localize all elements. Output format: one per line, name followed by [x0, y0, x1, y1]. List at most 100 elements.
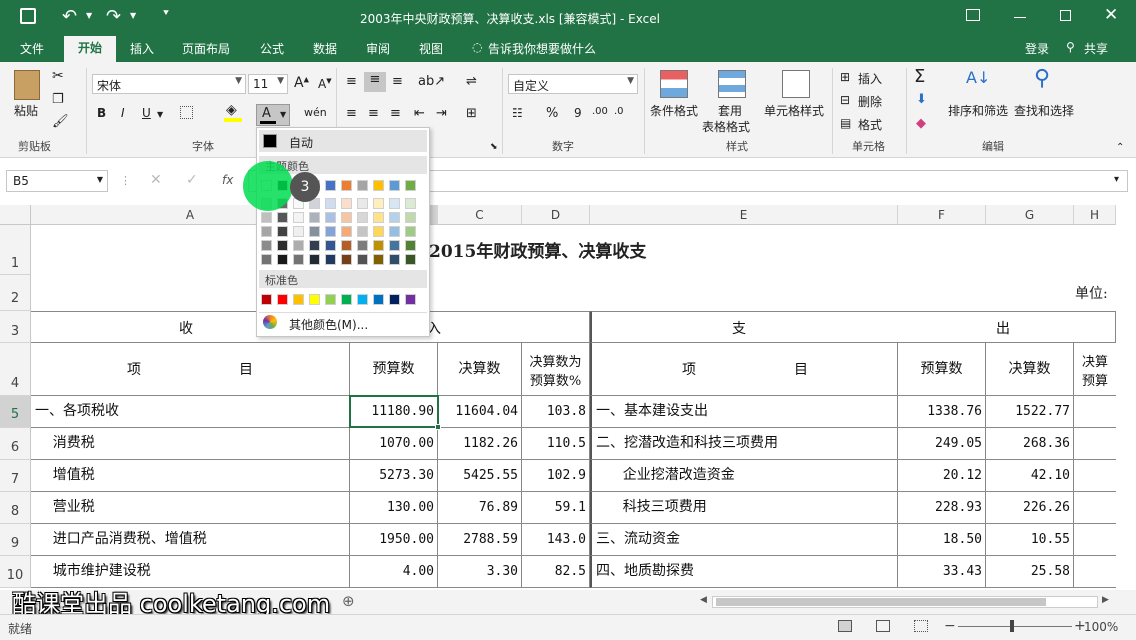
expense-pct-cell[interactable] — [1074, 492, 1116, 524]
income-final-cell[interactable]: 11604.04 — [438, 396, 522, 428]
cancel-icon[interactable]: ✕ — [150, 172, 162, 188]
expense-final-cell[interactable]: 268.36 — [986, 428, 1074, 460]
expense-pct-cell[interactable] — [1074, 460, 1116, 492]
hscroll-right-icon[interactable]: ▶ — [1102, 595, 1109, 605]
increase-decimal-icon[interactable]: .00 — [592, 106, 608, 117]
horizontal-scroll-thumb[interactable] — [716, 598, 1046, 606]
sign-in-link[interactable]: 登录 — [1025, 40, 1049, 57]
theme-color-swatch[interactable] — [357, 254, 368, 265]
sort-filter-button[interactable]: 排序和筛选 — [948, 102, 1008, 119]
column-header-f[interactable]: F — [898, 205, 986, 225]
theme-color-swatch[interactable] — [341, 198, 352, 209]
theme-color-swatch[interactable] — [325, 198, 336, 209]
insert-cells-button[interactable]: 插入 — [858, 70, 882, 87]
paste-button[interactable]: 粘贴 — [14, 102, 38, 119]
theme-color-swatch[interactable] — [261, 226, 272, 237]
income-budget-cell[interactable]: 1950.00 — [350, 524, 438, 556]
tab-page-layout[interactable]: 页面布局 — [182, 40, 230, 57]
hscroll-left-icon[interactable]: ◀ — [700, 595, 707, 605]
format-table-line1[interactable]: 套用 — [718, 102, 742, 119]
align-left-icon[interactable]: ≡ — [346, 106, 357, 121]
theme-color-swatch[interactable] — [357, 198, 368, 209]
theme-color-swatch[interactable] — [277, 254, 288, 265]
theme-color-swatch[interactable] — [405, 180, 416, 191]
fill-icon[interactable]: ⬇ — [916, 92, 927, 107]
expense-item-cell[interactable]: 二、挖潜改造和科技三项费用 — [590, 428, 898, 460]
expense-pct-cell[interactable]: 1 — [1074, 396, 1116, 428]
format-table-line2[interactable]: 表格格式 — [702, 118, 750, 135]
row-header-6[interactable]: 6 — [0, 428, 31, 460]
theme-color-swatch[interactable] — [389, 254, 400, 265]
find-select-icon[interactable]: ⚲ — [1034, 66, 1050, 91]
theme-color-swatch[interactable] — [309, 254, 320, 265]
undo-icon[interactable]: ↶ — [62, 6, 77, 27]
expense-final-cell[interactable]: 226.26 — [986, 492, 1074, 524]
tab-home[interactable]: 开始 — [64, 36, 116, 62]
theme-color-swatch[interactable] — [277, 226, 288, 237]
standard-color-swatch[interactable] — [293, 294, 304, 305]
theme-color-swatch[interactable] — [341, 212, 352, 223]
italic-button[interactable]: I — [121, 106, 125, 120]
theme-color-swatch[interactable] — [293, 226, 304, 237]
theme-color-swatch[interactable] — [293, 240, 304, 251]
row-header-1[interactable]: 1 — [0, 225, 31, 275]
expense-budget-cell[interactable]: 249.05 — [898, 428, 986, 460]
expense-pct-cell[interactable] — [1074, 556, 1116, 588]
share-button[interactable]: 共享 — [1084, 40, 1108, 57]
column-header-e[interactable]: E — [590, 205, 898, 225]
column-header-d[interactable]: D — [522, 205, 590, 225]
theme-color-swatch[interactable] — [405, 254, 416, 265]
format-cells-button[interactable]: 格式 — [858, 116, 882, 133]
enter-icon[interactable]: ✓ — [186, 172, 198, 188]
theme-color-swatch[interactable] — [325, 254, 336, 265]
theme-color-swatch[interactable] — [389, 212, 400, 223]
tab-data[interactable]: 数据 — [313, 40, 337, 57]
automatic-color-option[interactable] — [259, 130, 427, 152]
theme-color-swatch[interactable] — [373, 226, 384, 237]
theme-color-swatch[interactable] — [389, 198, 400, 209]
tab-formulas[interactable]: 公式 — [260, 40, 284, 57]
theme-color-swatch[interactable] — [341, 254, 352, 265]
standard-color-swatch[interactable] — [309, 294, 320, 305]
clear-icon[interactable]: ◆ — [916, 116, 926, 131]
format-painter-icon[interactable]: 🖌 — [52, 114, 69, 129]
income-final-cell[interactable]: 1182.26 — [438, 428, 522, 460]
expense-final-cell[interactable]: 25.58 — [986, 556, 1074, 588]
income-budget-cell[interactable]: 130.00 — [350, 492, 438, 524]
delete-cells-button[interactable]: 删除 — [858, 93, 882, 110]
expense-budget-cell[interactable]: 33.43 — [898, 556, 986, 588]
align-right-icon[interactable]: ≡ — [390, 106, 401, 121]
standard-color-swatch[interactable] — [357, 294, 368, 305]
increase-indent-icon[interactable]: ⇥ — [436, 106, 447, 121]
row-header-5[interactable]: 5 — [0, 396, 31, 428]
column-header-h[interactable]: H — [1074, 205, 1116, 225]
theme-color-swatch[interactable] — [261, 212, 272, 223]
insert-function-button[interactable]: fx — [222, 173, 233, 187]
wrap-text-icon[interactable]: ⇌ — [466, 74, 477, 89]
align-top-icon[interactable]: ≡ — [346, 74, 357, 89]
theme-color-swatch[interactable] — [325, 240, 336, 251]
income-item-cell[interactable]: 进口产品消费税、增值税 — [31, 524, 350, 556]
theme-color-swatch[interactable] — [309, 212, 320, 223]
theme-color-swatch[interactable] — [373, 180, 384, 191]
theme-color-swatch[interactable] — [389, 240, 400, 251]
standard-color-swatch[interactable] — [325, 294, 336, 305]
theme-color-swatch[interactable] — [277, 240, 288, 251]
font-size-combo[interactable]: 11 ▼ — [248, 74, 288, 94]
income-budget-cell[interactable]: 5273.30 — [350, 460, 438, 492]
expense-pct-cell[interactable]: 1 — [1074, 428, 1116, 460]
theme-color-swatch[interactable] — [389, 226, 400, 237]
conditional-format-button[interactable]: 条件格式 — [650, 102, 698, 119]
income-item-cell[interactable]: 增值税 — [31, 460, 350, 492]
expense-item-cell[interactable]: 四、地质勘探费 — [590, 556, 898, 588]
borders-icon[interactable] — [180, 106, 193, 119]
redo-icon[interactable]: ↷ — [106, 6, 121, 27]
theme-color-swatch[interactable] — [261, 240, 272, 251]
align-bottom-icon[interactable]: ≡ — [392, 74, 403, 89]
cell-styles-button[interactable]: 单元格样式 — [764, 102, 824, 119]
income-budget-cell[interactable]: 4.00 — [350, 556, 438, 588]
orientation-icon[interactable]: ab↗ — [418, 74, 445, 89]
decrease-decimal-icon[interactable]: .0 — [614, 106, 624, 117]
theme-color-swatch[interactable] — [357, 240, 368, 251]
theme-color-swatch[interactable] — [325, 180, 336, 191]
